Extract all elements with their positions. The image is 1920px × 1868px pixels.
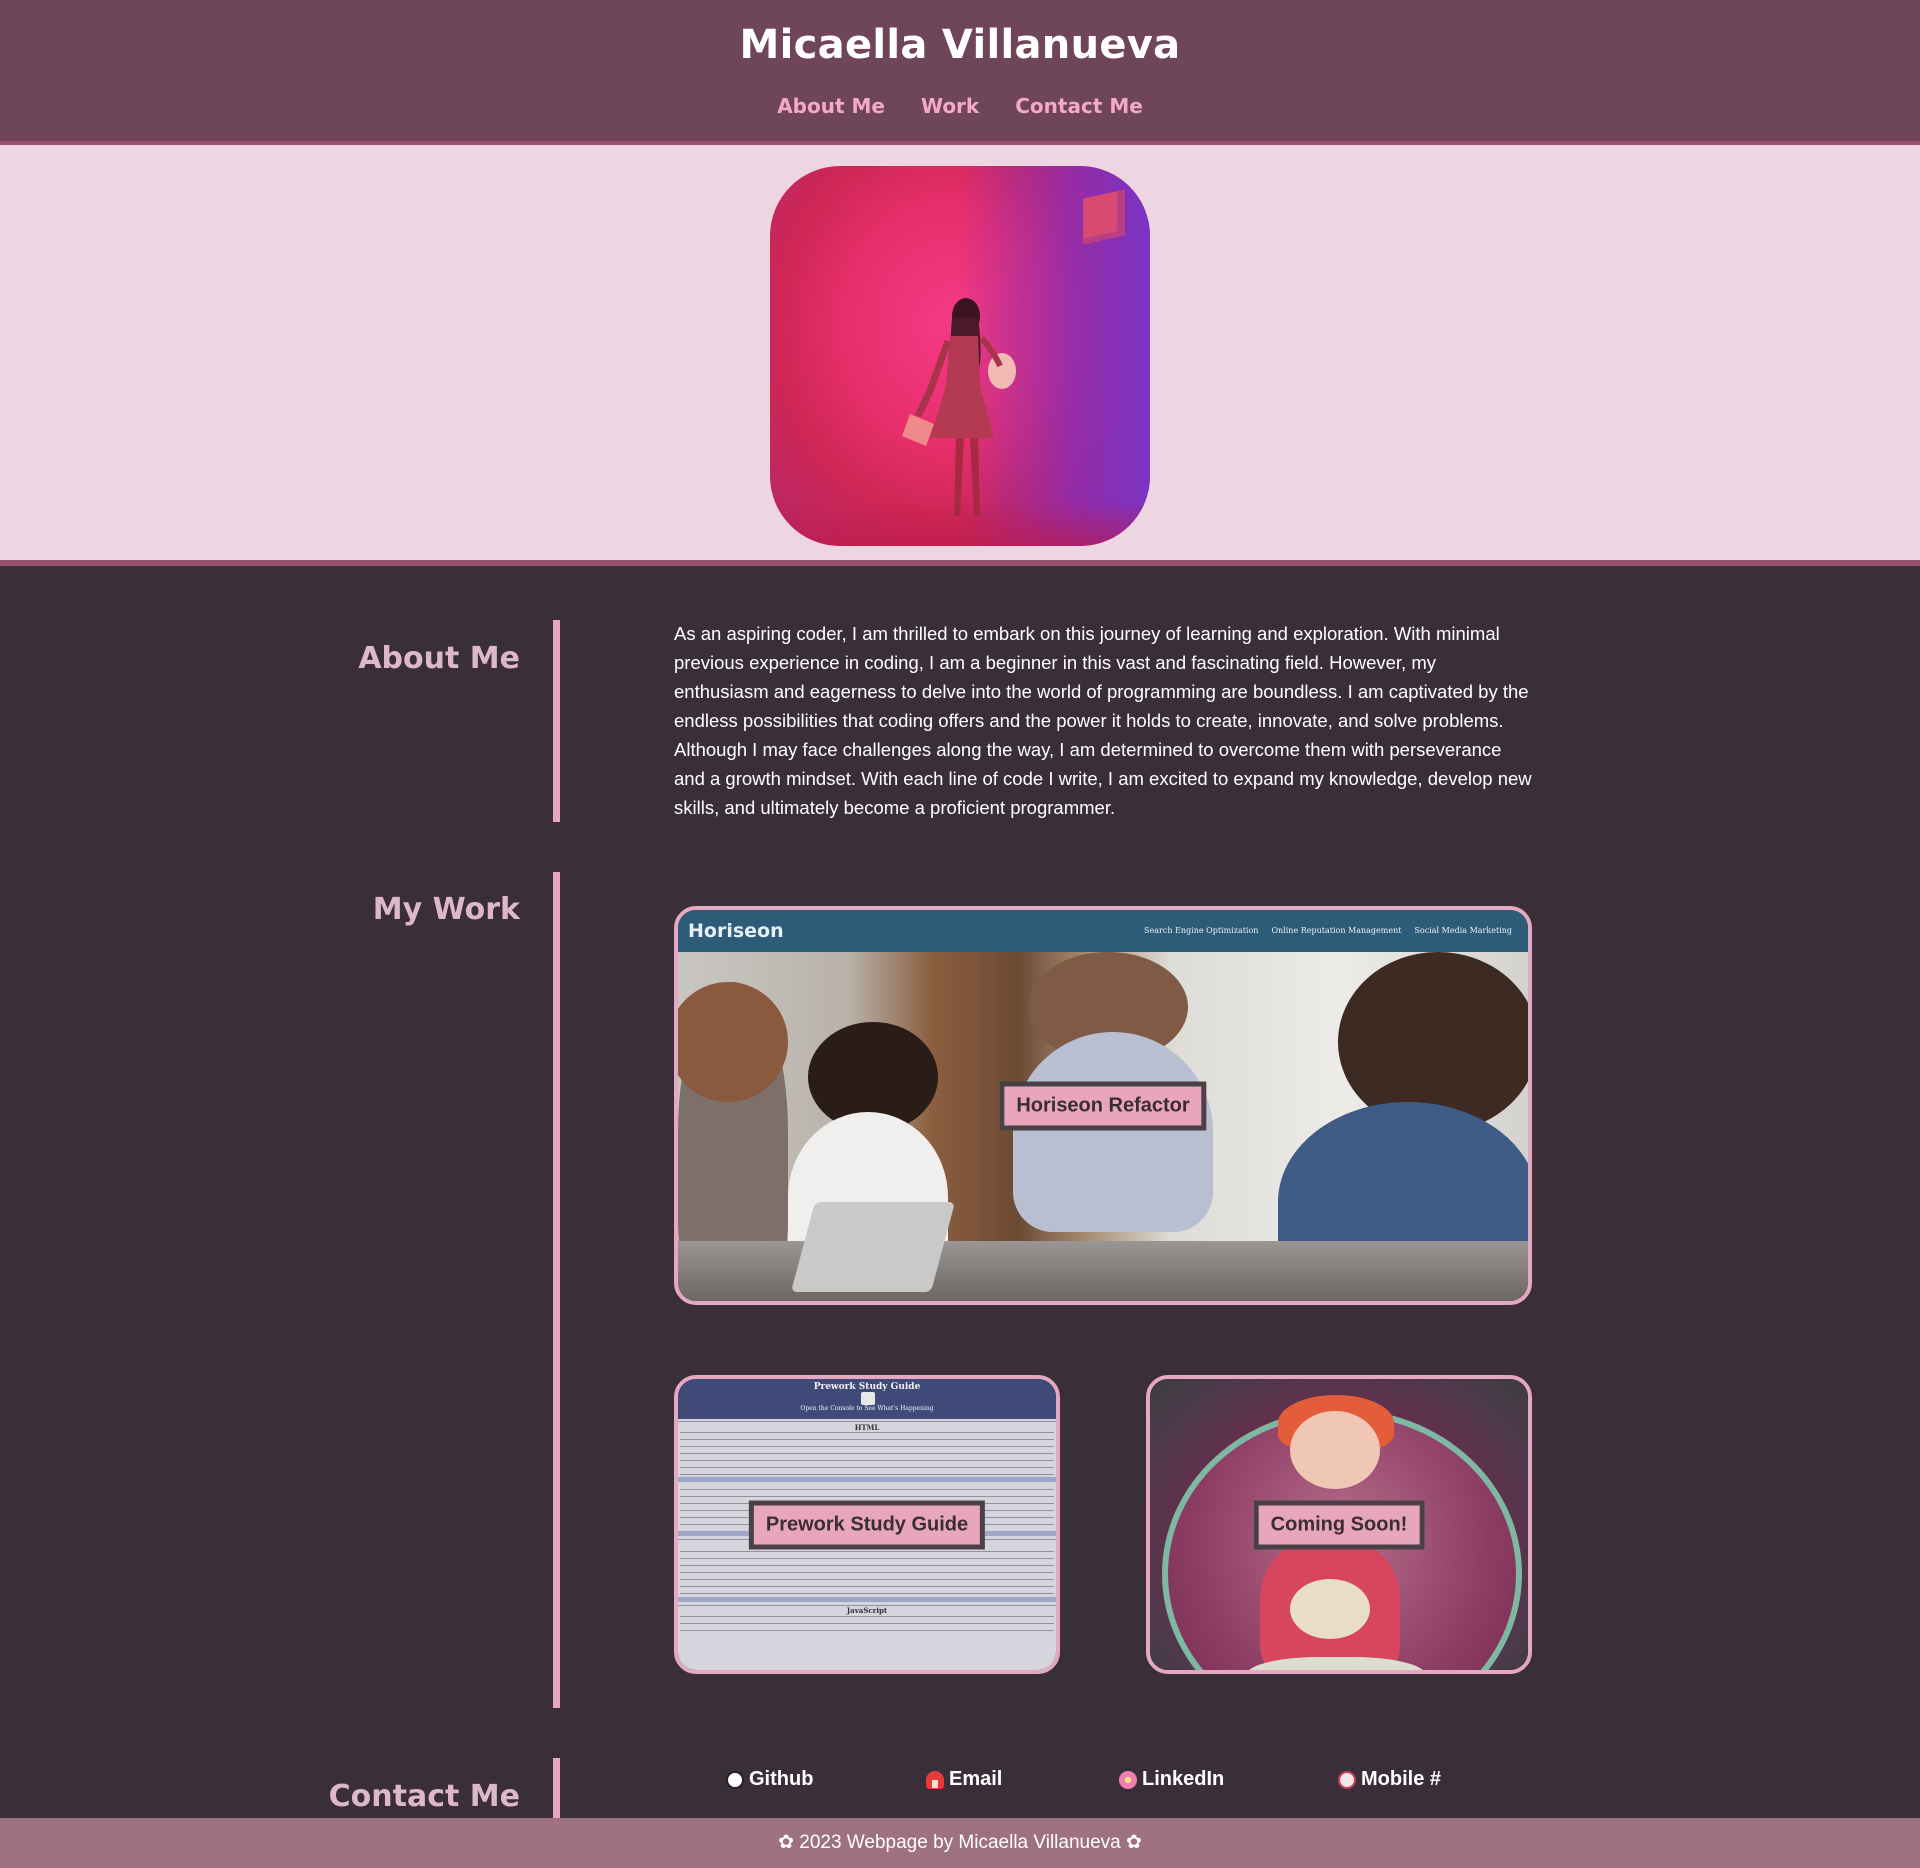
project-label-study-guide: Prework Study Guide — [748, 1500, 986, 1549]
study-guide-preview-header: Prework Study Guide Open the Console to … — [678, 1379, 1056, 1419]
project-card-study-guide[interactable]: Prework Study Guide Open the Console to … — [674, 1375, 1060, 1674]
hero-section — [0, 145, 1920, 566]
nav-contact-me[interactable]: Contact Me — [1015, 94, 1143, 118]
about-heading: About Me — [358, 641, 520, 676]
work-divider — [553, 872, 560, 1708]
project-card-coming-soon[interactable]: Coming Soon! — [1146, 1375, 1532, 1674]
person-silhouette-icon — [902, 298, 1016, 516]
flower-icon — [1119, 1770, 1137, 1789]
work-heading: My Work — [372, 892, 520, 927]
contact-github-link[interactable]: Github — [726, 1768, 813, 1791]
about-divider — [553, 620, 560, 822]
horiseon-preview-nav: Search Engine Optimization Online Reputa… — [1144, 926, 1512, 935]
site-footer: ✿ 2023 Webpage by Micaella Villanueva ✿ — [0, 1818, 1920, 1868]
contact-mobile-link[interactable]: Mobile # — [1338, 1768, 1441, 1791]
profile-photo — [770, 166, 1150, 546]
footer-text: ✿ 2023 Webpage by Micaella Villanueva ✿ — [778, 1832, 1142, 1853]
github-icon — [726, 1770, 744, 1789]
project-label-coming-soon: Coming Soon! — [1253, 1500, 1425, 1549]
mushroom-icon — [926, 1770, 944, 1789]
main-nav: About Me Work Contact Me — [0, 94, 1920, 118]
project-label-horiseon: Horiseon Refactor — [999, 1081, 1207, 1130]
nav-about-me[interactable]: About Me — [777, 94, 885, 118]
mobile-icon — [1338, 1770, 1356, 1789]
site-header: Micaella Villanueva About Me Work Contac… — [0, 0, 1920, 145]
contact-links: Github Email LinkedIn Mobile # — [726, 1768, 1526, 1798]
horiseon-preview-header: Horiseon Search Engine Optimization Onli… — [678, 910, 1528, 952]
contact-linkedin-link[interactable]: LinkedIn — [1119, 1768, 1224, 1791]
contact-email-link[interactable]: Email — [926, 1768, 1002, 1791]
contact-divider — [553, 1758, 560, 1818]
project-card-horiseon[interactable]: Horiseon Search Engine Optimization Onli… — [674, 906, 1532, 1305]
horiseon-logo: Horiseon — [688, 920, 784, 942]
nav-work[interactable]: Work — [921, 94, 979, 118]
github-octocat-icon — [861, 1392, 875, 1405]
contact-heading: Contact Me — [328, 1779, 520, 1814]
about-text: As an aspiring coder, I am thrilled to e… — [674, 623, 1532, 818]
site-title: Micaella Villanueva — [739, 22, 1181, 68]
